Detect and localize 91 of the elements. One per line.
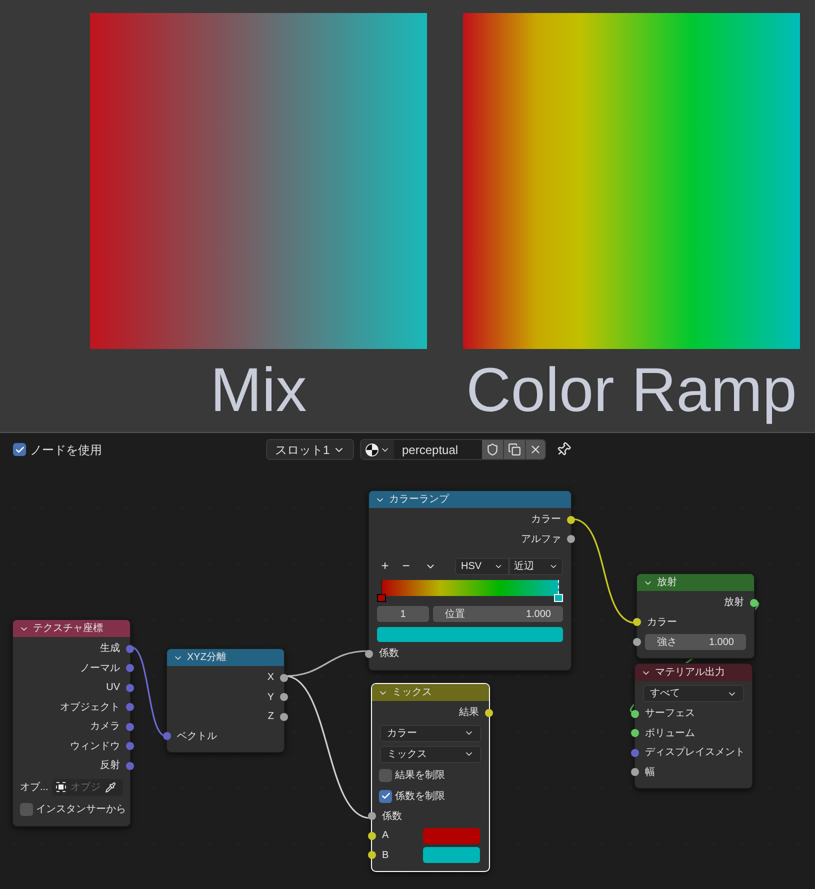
socket[interactable] (631, 768, 639, 776)
socket[interactable] (567, 516, 575, 524)
checkbox[interactable] (13, 443, 26, 456)
socket-label: 放射 (724, 596, 744, 610)
color-swatch[interactable] (423, 847, 480, 864)
socket[interactable] (485, 708, 493, 717)
socket-label: 係数 (382, 810, 402, 824)
socket[interactable] (633, 638, 641, 646)
viewport-label: Color Ramp (466, 355, 797, 427)
color-swatch[interactable] (423, 828, 480, 844)
socket-label: ディスプレイスメント (645, 746, 745, 760)
checkbox[interactable] (379, 768, 392, 782)
color-swatch[interactable] (377, 626, 563, 642)
socket[interactable] (750, 598, 758, 607)
dropdown[interactable]: ミックス (380, 746, 481, 762)
stop-index-field[interactable]: 1 (377, 606, 429, 622)
node-card[interactable]: 放射 放射 カラー 強さ 1.000 (636, 573, 755, 659)
socket[interactable] (280, 693, 288, 702)
socket-label: Z (268, 710, 274, 724)
socket-label: ボリューム (645, 726, 695, 741)
value-field[interactable]: 強さ 1.000 (645, 634, 746, 650)
socket[interactable] (631, 710, 639, 718)
checkbox-label: 結果を制限 (395, 768, 445, 782)
socket[interactable] (368, 812, 376, 820)
socket-label: カメラ (90, 720, 120, 734)
node-card[interactable]: ミックス 結果 カラー ミックス 結果を制限 係数を制限 係数 A B (371, 683, 490, 872)
socket[interactable] (368, 851, 376, 860)
color-mode-dropdown[interactable]: HSV (455, 558, 509, 574)
slot-dropdown[interactable]: スロット1 (266, 439, 354, 460)
socket-label: ベクトル (177, 730, 217, 744)
object-icon (55, 781, 68, 793)
node-title: マテリアル出力 (655, 666, 725, 680)
node-card[interactable]: テクスチャ座標 生成 ノーマル UV オブジェクト カメラ ウィンドウ 反射 オブ... オブジ インスタンサーから (12, 619, 131, 826)
check-icon (14, 444, 24, 454)
socket-label: サーフェス (645, 707, 695, 722)
check-icon (380, 791, 390, 801)
node-header[interactable]: XYZ分離 (167, 649, 284, 666)
socket-label: 結果 (459, 706, 479, 720)
checkbox-label: インスタンサーから (36, 802, 126, 816)
socket-label: ノーマル (80, 662, 120, 676)
node-header[interactable]: カラーランプ (369, 491, 571, 508)
socket-label: 係数 (379, 647, 399, 662)
object-field[interactable]: オブジ (52, 778, 123, 796)
viewport-label: Mix (210, 355, 307, 427)
node-header[interactable]: テクスチャ座標 (13, 620, 130, 637)
socket-label: 反射 (100, 758, 120, 774)
node-card[interactable]: カラーランプ カラー アルファ + − HSV 近辺 1 位置 1.000 係数 (368, 490, 572, 670)
node-card[interactable]: XYZ分離 X Y Z ベクトル (166, 648, 285, 753)
socket[interactable] (631, 729, 639, 738)
socket-label: B (382, 848, 389, 863)
interpolation-dropdown[interactable]: 近辺 (509, 558, 563, 574)
eyedropper-icon[interactable] (105, 782, 116, 792)
socket-label: オブジェクト (60, 700, 120, 715)
socket[interactable] (567, 535, 575, 544)
socket[interactable] (280, 712, 288, 721)
node-header[interactable]: マテリアル出力 (635, 664, 752, 681)
object-input[interactable]: オブジ (70, 780, 102, 794)
dropdown[interactable]: カラー (380, 724, 481, 742)
color-ramp-bar[interactable] (377, 580, 563, 602)
socket[interactable] (365, 650, 373, 658)
node-title: カラーランプ (389, 492, 449, 507)
add-stop-button[interactable]: + (377, 556, 393, 576)
socket-label: カラー (647, 616, 677, 630)
node-card[interactable]: マテリアル出力 すべて サーフェス ボリューム ディスプレイスメント 幅 (634, 663, 753, 789)
socket[interactable] (280, 674, 288, 682)
position-field[interactable]: 位置 1.000 (433, 606, 563, 622)
socket-label: カラー (531, 513, 561, 528)
socket-label: Y (267, 690, 274, 705)
socket-label: アルファ (521, 532, 561, 547)
checkbox-label: 係数を制限 (395, 790, 445, 804)
node-header[interactable]: 放射 (637, 574, 754, 591)
socket[interactable] (633, 618, 641, 626)
socket-label: UV (106, 681, 120, 696)
socket-label: 生成 (100, 642, 120, 656)
use-nodes-label: ノードを使用 (30, 442, 102, 458)
socket-label: 幅 (645, 766, 655, 780)
socket-label: A (382, 829, 389, 844)
node-title: テクスチャ座標 (33, 622, 103, 636)
field-label: オブ... (20, 780, 48, 794)
ramp-stop-handle[interactable] (377, 594, 386, 602)
checkbox[interactable] (20, 802, 33, 816)
node-header[interactable]: ミックス (372, 684, 489, 701)
dropdown[interactable]: すべて (643, 685, 744, 702)
node-title: 放射 (657, 576, 677, 590)
checkbox[interactable] (379, 790, 392, 802)
socket[interactable] (368, 832, 376, 840)
node-title: ミックス (392, 686, 432, 700)
remove-stop-button[interactable]: − (397, 556, 415, 576)
socket-label: X (267, 671, 274, 686)
node-title: XYZ分離 (187, 651, 226, 665)
socket-label: ウィンドウ (70, 740, 120, 754)
